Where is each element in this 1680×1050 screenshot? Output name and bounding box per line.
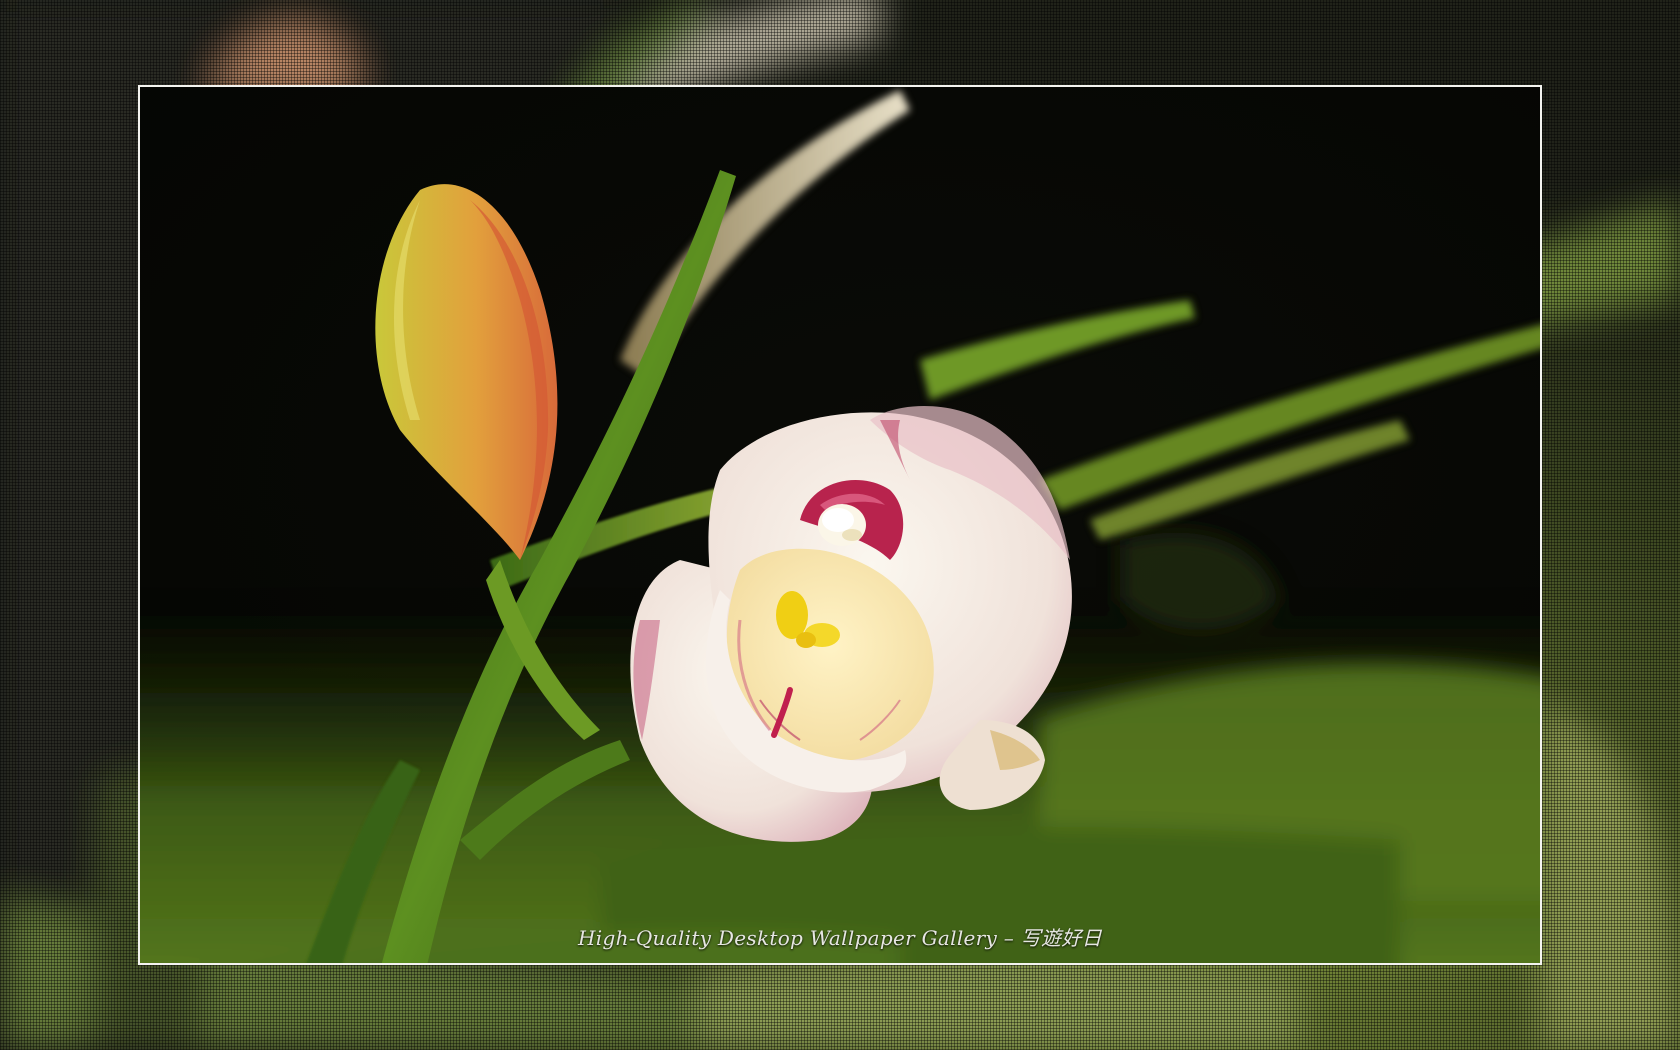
wallpaper: High-Quality Desktop Wallpaper Gallery –… <box>0 0 1680 1050</box>
gallery-caption: High-Quality Desktop Wallpaper Gallery –… <box>578 926 1102 950</box>
orchid-photo <box>140 87 1540 963</box>
photo-frame: High-Quality Desktop Wallpaper Gallery –… <box>138 85 1542 965</box>
